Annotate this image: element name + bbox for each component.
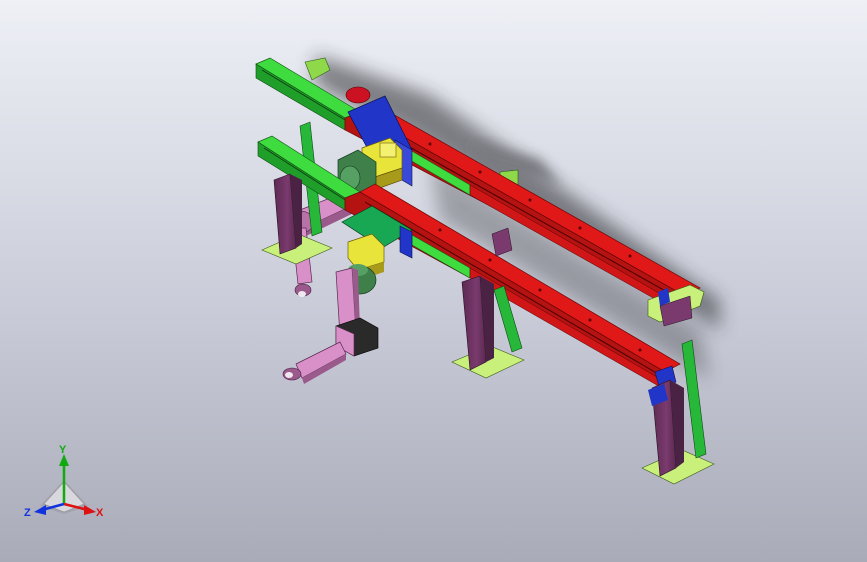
back-motor-box xyxy=(379,142,397,158)
z-axis-arrow xyxy=(34,505,46,515)
gantry-model[interactable] xyxy=(0,0,867,562)
x-axis-label: X xyxy=(96,507,104,519)
3d-viewport[interactable]: Y X Z xyxy=(0,0,867,562)
y-axis-label: Y xyxy=(59,444,67,456)
axis-triad: Y X Z xyxy=(24,444,104,519)
back-robot-tool-tip xyxy=(298,291,306,297)
back-red-cap xyxy=(345,86,371,104)
z-axis-label: Z xyxy=(24,507,31,519)
front-robot-tool-tip xyxy=(285,372,293,378)
x-axis-arrow xyxy=(84,505,96,515)
front-robot[interactable] xyxy=(282,264,379,384)
front-carriage-blue xyxy=(399,225,413,259)
